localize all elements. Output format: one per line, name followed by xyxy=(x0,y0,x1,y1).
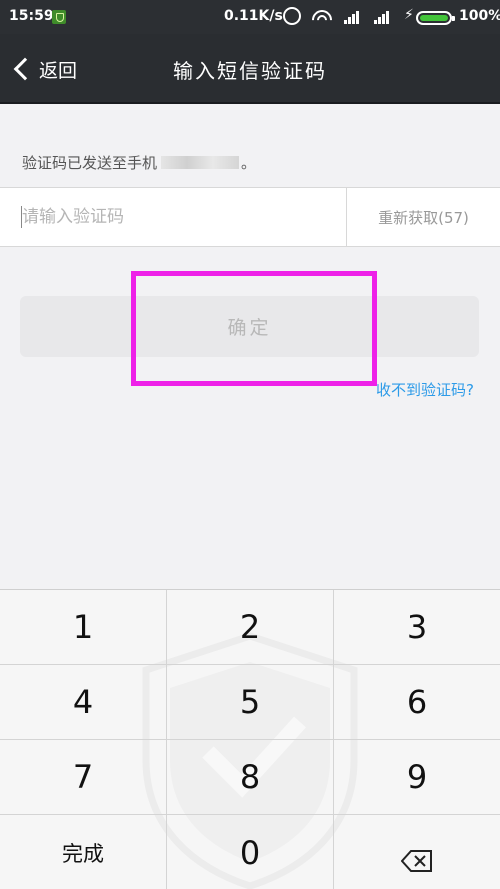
alarm-icon xyxy=(283,7,301,25)
key-3[interactable]: 3 xyxy=(334,590,500,665)
key-5[interactable]: 5 xyxy=(167,665,334,740)
key-9[interactable]: 9 xyxy=(334,740,500,815)
key-2[interactable]: 2 xyxy=(167,590,334,665)
confirm-button[interactable]: 确定 xyxy=(20,296,479,357)
key-0[interactable]: 0 xyxy=(167,815,334,889)
no-code-link[interactable]: 收不到验证码? xyxy=(376,379,474,400)
key-7[interactable]: 7 xyxy=(0,740,167,815)
hint-suffix: 。 xyxy=(241,154,257,172)
key-8[interactable]: 8 xyxy=(167,740,334,815)
text-cursor xyxy=(21,206,22,228)
navigation-bar: 返回 输入短信验证码 xyxy=(0,34,500,104)
verification-code-input[interactable] xyxy=(0,188,346,246)
key-4[interactable]: 4 xyxy=(0,665,167,740)
done-key[interactable]: 完成 xyxy=(0,815,167,889)
status-bar: 15:59 0.11K/s ⚡ 100% xyxy=(0,0,500,34)
numeric-keypad: 1 2 3 4 5 6 7 8 9 完成 0 xyxy=(0,589,500,889)
security-shield-icon xyxy=(52,10,66,24)
signal-icon xyxy=(374,10,394,24)
status-time: 15:59 xyxy=(9,8,54,24)
masked-phone-number xyxy=(161,156,240,169)
network-speed: 0.11K/s xyxy=(224,8,283,24)
signal-icon xyxy=(344,10,364,24)
battery-icon xyxy=(416,11,455,25)
sms-sent-hint: 验证码已发送至手机 。 xyxy=(22,152,256,173)
wifi-icon xyxy=(312,8,332,24)
hint-text: 验证码已发送至手机 xyxy=(22,154,158,172)
key-1[interactable]: 1 xyxy=(0,590,167,665)
resend-code-button[interactable]: 重新获取(57) xyxy=(346,188,500,246)
backspace-icon xyxy=(400,842,433,872)
battery-percent: 100% xyxy=(459,8,500,24)
page-title: 输入短信验证码 xyxy=(173,59,327,83)
code-input-row: 重新获取(57) xyxy=(0,187,500,247)
delete-key[interactable] xyxy=(334,815,500,889)
key-6[interactable]: 6 xyxy=(334,665,500,740)
charging-icon: ⚡ xyxy=(404,7,414,23)
